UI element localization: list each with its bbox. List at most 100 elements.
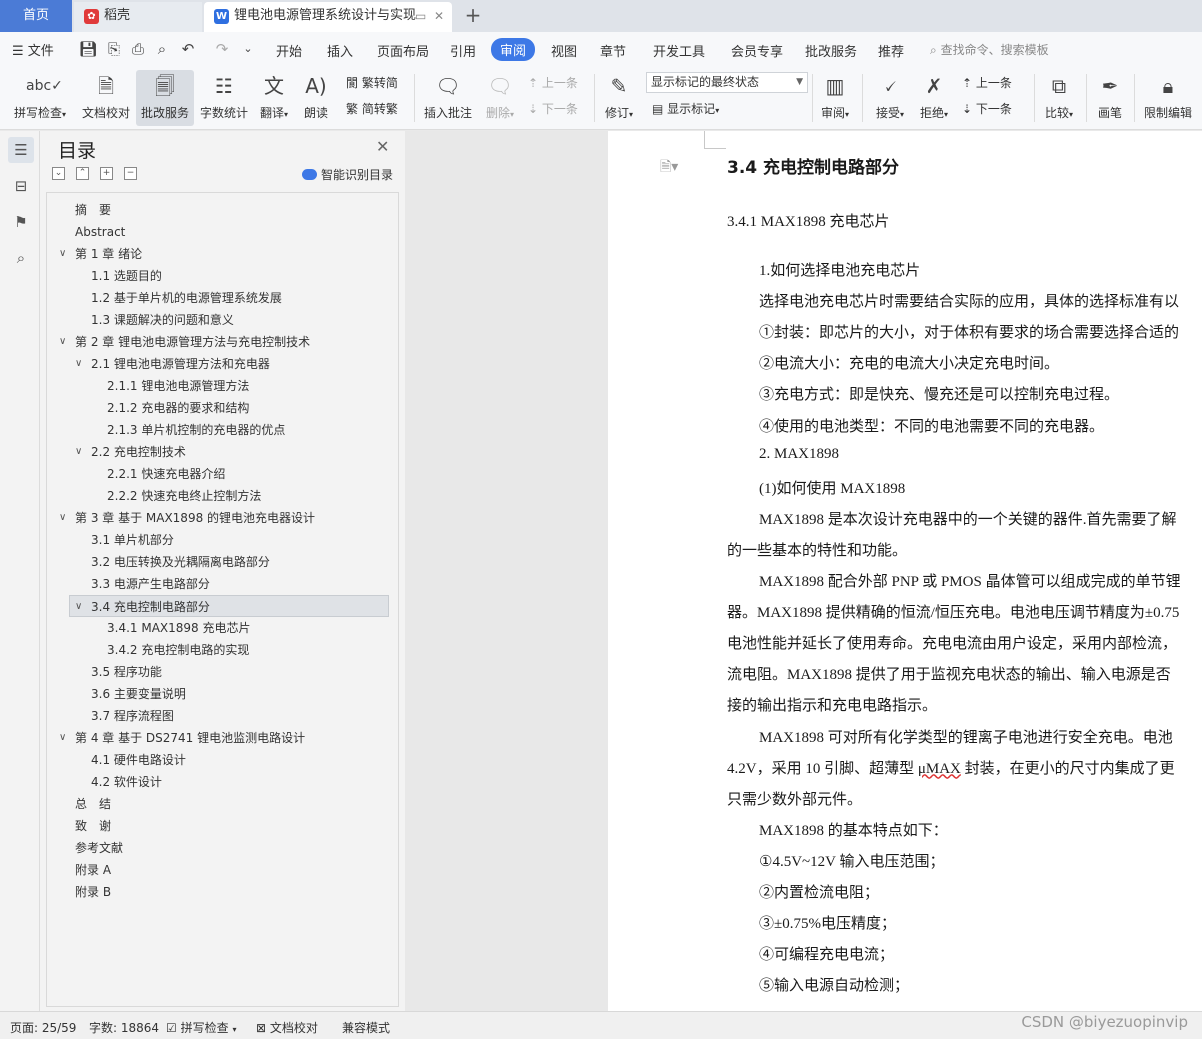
menu-correction[interactable]: 批改服务 <box>805 41 857 60</box>
page-indicator[interactable]: 页面: 25/59 <box>10 1019 76 1036</box>
save-icon[interactable]: 💾︎ <box>78 39 98 59</box>
menu-section[interactable]: 章节 <box>600 41 626 60</box>
remove-heading-icon[interactable]: − <box>124 167 137 180</box>
menu-start[interactable]: 开始 <box>276 41 302 60</box>
compare-button[interactable]: ⧉ 比较▾ <box>1038 70 1080 126</box>
bookmark-icon[interactable]: ⚑ <box>8 209 34 235</box>
toc-item[interactable]: 2.1.2 充电器的要求和结构 <box>47 397 398 419</box>
revise-service-button[interactable]: 🗐︎ 批改服务 <box>136 70 194 126</box>
menu-dev-tools[interactable]: 开发工具 <box>653 41 705 60</box>
toc-item[interactable]: Abstract <box>47 221 398 243</box>
print-preview-icon[interactable]: ⌕ <box>152 39 172 59</box>
menu-review[interactable]: 审阅 <box>491 38 536 61</box>
chevron-down-icon[interactable]: ∨ <box>75 441 82 463</box>
redo-icon[interactable]: ↷ <box>212 39 232 59</box>
word-count-button[interactable]: ☷ 字数统计 <box>198 70 250 126</box>
export-pdf-icon[interactable]: ⎘ <box>104 39 124 59</box>
expand-all-icon[interactable]: ⌄ <box>52 167 65 180</box>
toc-panel-icon[interactable]: ☰ <box>8 137 34 163</box>
next-comment-button[interactable]: ⇣ 下一条 <box>528 100 578 117</box>
word-count-indicator[interactable]: 字数: 18864 <box>89 1019 159 1036</box>
collapse-all-icon[interactable]: ⌃ <box>76 167 89 180</box>
toc-item[interactable]: ∨ 2.2 充电控制技术 <box>47 441 398 463</box>
tab-daoke[interactable]: ✿ 稻壳 <box>74 2 202 32</box>
smart-toc-button[interactable]: 智能识别目录 <box>302 166 393 183</box>
toc-item[interactable]: 3.5 程序功能 <box>47 661 398 683</box>
restrict-edit-button[interactable]: 🔒︎ 限制编辑 <box>1140 70 1196 126</box>
accept-button[interactable]: 🗸 接受▾ <box>870 70 910 126</box>
toc-item[interactable]: 3.3 电源产生电路部分 <box>47 573 398 595</box>
menu-page-layout[interactable]: 页面布局 <box>377 41 429 60</box>
spell-check-button[interactable]: abc✓ 拼写检查▾ <box>8 70 72 126</box>
menu-recommend[interactable]: 推荐 <box>878 41 904 60</box>
chevron-down-icon[interactable]: ∨ <box>59 331 66 353</box>
tab-home[interactable]: 首页 <box>0 0 72 32</box>
undo-icon[interactable]: ↶ <box>178 39 198 59</box>
close-icon[interactable]: ✕ <box>376 137 389 156</box>
menu-view[interactable]: 视图 <box>551 41 577 60</box>
chevron-down-icon[interactable]: ∨ <box>75 596 82 618</box>
chevron-down-icon[interactable]: ∨ <box>75 353 82 375</box>
toc-item[interactable]: 4.2 软件设计 <box>47 771 398 793</box>
monitor-icon[interactable]: ▭ <box>415 9 426 23</box>
toc-item[interactable]: 附录 B <box>47 881 398 903</box>
toc-item[interactable]: 3.7 程序流程图 <box>47 705 398 727</box>
chapter-nav-icon[interactable]: ⊟ <box>8 173 34 199</box>
toc-item[interactable]: ∨ 3.4 充电控制电路部分 <box>69 595 389 617</box>
print-icon[interactable]: ⎙ <box>128 39 148 59</box>
file-menu[interactable]: ☰ 文件 <box>12 40 54 59</box>
doc-proof-status[interactable]: ⊠ 文档校对 <box>256 1019 318 1036</box>
toc-item[interactable]: ∨ 第 3 章 基于 MAX1898 的锂电池充电器设计 <box>47 507 398 529</box>
chevron-down-icon[interactable]: ∨ <box>59 727 66 749</box>
chevron-down-icon[interactable]: ∨ <box>59 243 66 265</box>
menu-insert[interactable]: 插入 <box>327 41 353 60</box>
paragraph-handle-icon[interactable]: 🗎︎▾ <box>660 156 678 180</box>
prev-comment-button[interactable]: ⇡ 上一条 <box>528 74 578 91</box>
insert-comment-button[interactable]: 🗨︎ 插入批注 <box>420 70 476 126</box>
translate-button[interactable]: 文 翻译▾ <box>254 70 294 126</box>
track-changes-button[interactable]: ✎ 修订▾ <box>600 70 638 126</box>
toc-item[interactable]: 总 结 <box>47 793 398 815</box>
show-markup-button[interactable]: ▤ 显示标记▾ <box>652 100 719 117</box>
read-aloud-button[interactable]: A) 朗读 <box>298 70 334 126</box>
toc-item[interactable]: 附录 A <box>47 859 398 881</box>
tab-document[interactable]: W 锂电池电源管理系统设计与实现 ▭ ✕ <box>204 2 452 32</box>
toc-item[interactable]: 2.1.3 单片机控制的充电器的优点 <box>47 419 398 441</box>
simp-to-trad-button[interactable]: 繁 简转繁 <box>346 100 398 117</box>
toc-item[interactable]: 摘 要 <box>47 199 398 221</box>
menu-member[interactable]: 会员专享 <box>731 41 783 60</box>
spelling-error-mark[interactable]: μMAX <box>918 761 961 777</box>
toc-item[interactable]: 4.1 硬件电路设计 <box>47 749 398 771</box>
toc-item[interactable]: 2.1.1 锂电池电源管理方法 <box>47 375 398 397</box>
toc-item[interactable]: 1.1 选题目的 <box>47 265 398 287</box>
toc-item[interactable]: 1.2 基于单片机的电源管理系统发展 <box>47 287 398 309</box>
toc-item[interactable]: 3.1 单片机部分 <box>47 529 398 551</box>
trad-to-simp-button[interactable]: 閬 繁转简 <box>346 74 398 91</box>
review-pane-button[interactable]: ▥ 审阅▾ <box>816 70 854 126</box>
spell-check-status[interactable]: ☑ 拼写检查 ▾ <box>166 1019 236 1036</box>
prev-change-button[interactable]: ⇡ 上一条 <box>962 74 1012 91</box>
new-tab-button[interactable]: + <box>462 2 484 30</box>
toc-item[interactable]: 1.3 课题解决的问题和意义 <box>47 309 398 331</box>
close-icon[interactable]: ✕ <box>434 9 444 23</box>
toc-item[interactable]: 2.2.2 快速充电终止控制方法 <box>47 485 398 507</box>
chevron-down-icon[interactable]: ∨ <box>59 507 66 529</box>
toc-item[interactable]: 3.6 主要变量说明 <box>47 683 398 705</box>
toc-item[interactable]: 3.2 电压转换及光耦隔离电路部分 <box>47 551 398 573</box>
command-search[interactable]: ⌕ 查找命令、搜索模板 <box>930 41 1049 58</box>
toc-item[interactable]: 参考文献 <box>47 837 398 859</box>
toc-item[interactable]: 3.4.1 MAX1898 充电芯片 <box>47 617 398 639</box>
next-change-button[interactable]: ⇣ 下一条 <box>962 100 1012 117</box>
delete-comment-button[interactable]: 🗨︎ 删除▾ <box>480 70 520 126</box>
doc-proof-button[interactable]: 🗎︎ 文档校对 <box>78 70 134 126</box>
markup-mode-select[interactable]: 显示标记的最终状态 ▼ <box>646 72 808 93</box>
pen-button[interactable]: ✒ 画笔 <box>1092 70 1128 126</box>
toc-item[interactable]: ∨ 2.1 锂电池电源管理方法和充电器 <box>47 353 398 375</box>
menu-reference[interactable]: 引用 <box>450 41 476 60</box>
toc-item[interactable]: 3.4.2 充电控制电路的实现 <box>47 639 398 661</box>
toc-item[interactable]: ∨ 第 2 章 锂电池电源管理方法与充电控制技术 <box>47 331 398 353</box>
toc-item[interactable]: 2.2.1 快速充电器介绍 <box>47 463 398 485</box>
toc-item[interactable]: ∨ 第 1 章 绪论 <box>47 243 398 265</box>
toc-item[interactable]: 致 谢 <box>47 815 398 837</box>
add-heading-icon[interactable]: + <box>100 167 113 180</box>
